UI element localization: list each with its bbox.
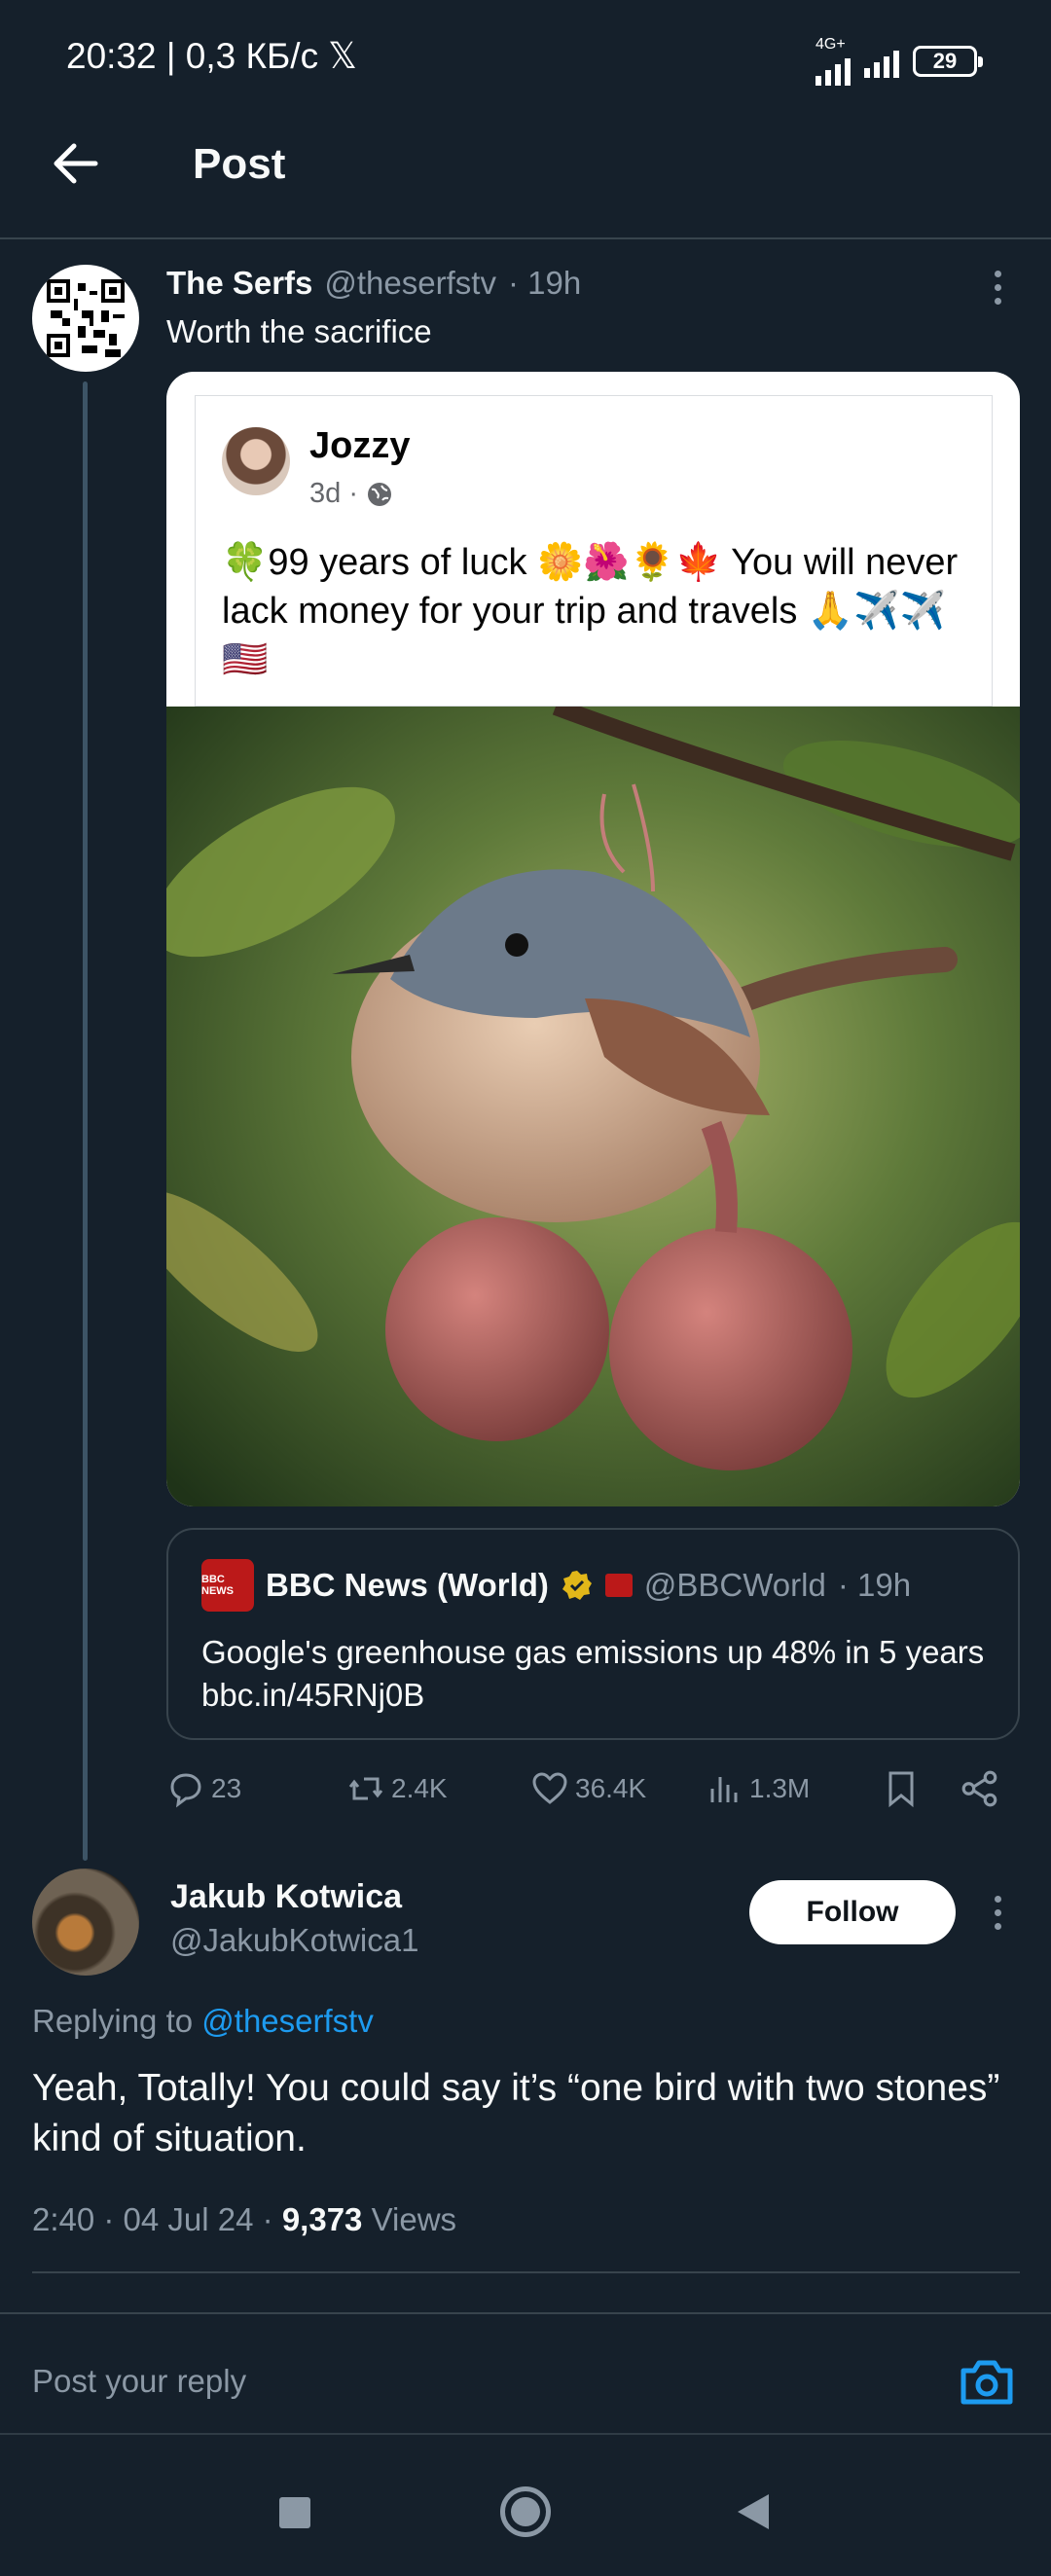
status-bar: 20:32 | 0,3 КБ/с 𝕏 4G+ 29 <box>0 0 1051 117</box>
home-icon[interactable] <box>500 2486 551 2537</box>
thread-line <box>83 381 88 1861</box>
quote-text: Google's greenhouse gas emissions up 48%… <box>201 1631 999 1717</box>
reply-meta: 2:40 · 04 Jul 24 · 9,373 Views <box>32 2201 456 2238</box>
embedded-avatar <box>222 427 290 495</box>
share-icon[interactable] <box>960 1768 1000 1809</box>
quote-link[interactable]: bbc.in/45RNj0B <box>201 1674 999 1717</box>
back-arrow-icon[interactable] <box>49 136 103 191</box>
quote-handle: @BBCWorld <box>643 1567 826 1603</box>
embedded-age: 3d · <box>309 478 358 509</box>
x-notification-icon: 𝕏 <box>328 36 357 76</box>
page-title: Post <box>193 140 286 188</box>
reply-views-label: Views <box>371 2201 457 2237</box>
reply-author-handle[interactable]: @JakubKotwica1 <box>170 1922 418 1959</box>
reply-button[interactable]: 23 <box>166 1769 241 1808</box>
more-icon[interactable] <box>988 271 1007 305</box>
reply-avatar[interactable] <box>32 1869 139 1976</box>
repost-button[interactable]: 2.4K <box>346 1769 448 1808</box>
battery-icon: 29 <box>913 46 983 77</box>
replying-to: Replying to @theserfstv <box>32 2003 374 2040</box>
quote-header: BBC NEWS BBC News (World) @BBCWorld · 19… <box>201 1559 911 1612</box>
reply-input[interactable]: Post your reply <box>32 2363 246 2400</box>
embedded-name: Jozzy <box>309 425 411 466</box>
bookmark-icon[interactable] <box>882 1769 921 1808</box>
repost-icon <box>348 1777 383 1800</box>
reply-author-name[interactable]: Jakub Kotwica <box>170 1878 402 1916</box>
quote-author-name: BBC News (World) <box>266 1567 549 1603</box>
like-button[interactable]: 36.4K <box>530 1769 646 1808</box>
nav-back-icon[interactable] <box>738 2494 769 2529</box>
bbc-logo-text: BBC NEWS <box>201 1574 234 1597</box>
signal-2-icon <box>864 45 899 78</box>
follow-button[interactable]: Follow <box>749 1880 956 1944</box>
quote-headline: Google's greenhouse gas emissions up 48%… <box>201 1634 985 1670</box>
qr-code-icon <box>47 279 125 357</box>
header-divider <box>0 237 1051 239</box>
compose-divider <box>0 2312 1051 2314</box>
reply-text: Yeah, Totally! You could say it’s “one b… <box>32 2067 1000 2159</box>
reply-timestamp: 2:40 · 04 Jul 24 · <box>32 2201 273 2237</box>
like-icon <box>532 1772 567 1804</box>
battery-level: 29 <box>932 49 958 73</box>
status-right: 4G+ 29 <box>815 37 983 86</box>
network-type: 4G+ <box>815 36 846 53</box>
recents-icon[interactable] <box>279 2497 310 2528</box>
quote-time: · 19h <box>837 1567 912 1603</box>
tweet-author-row: The Serfs @theserfstv · 19h <box>166 265 581 302</box>
bbc-affiliate-icon <box>604 1574 633 1597</box>
embedded-meta: 3d · <box>309 478 393 510</box>
embedded-text: 🍀99 years of luck 🌼🌺🌻🍁 You will never la… <box>222 542 959 680</box>
signal-icon: 4G+ <box>815 37 851 86</box>
author-name[interactable]: The Serfs <box>166 265 312 302</box>
status-left: 20:32 | 0,3 КБ/с 𝕏 <box>66 35 357 77</box>
reply-divider <box>32 2271 1020 2273</box>
reply-icon <box>170 1773 201 1808</box>
bird-photo <box>166 707 1020 1506</box>
globe-icon <box>367 482 391 506</box>
reply-views-count: 9,373 <box>281 2201 363 2237</box>
bbc-avatar: BBC NEWS <box>201 1559 254 1612</box>
views-button[interactable]: 1.3M <box>705 1769 810 1808</box>
tweet-actions: 23 2.4K 36.4K 1.3M <box>166 1760 1020 1818</box>
views-count: 1.3M <box>749 1773 811 1803</box>
tweet-text: Worth the sacrifice <box>166 313 432 349</box>
views-icon <box>710 1777 738 1802</box>
reply-count: 23 <box>211 1773 242 1803</box>
repost-count: 2.4K <box>391 1773 448 1803</box>
camera-icon[interactable] <box>959 2355 1015 2408</box>
replying-to-link[interactable]: @theserfstv <box>201 2003 374 2039</box>
verified-badge-icon <box>562 1571 592 1600</box>
status-time: 20:32 | 0,3 КБ/с <box>66 35 319 76</box>
avatar[interactable] <box>32 265 139 372</box>
embedded-screenshot: Jozzy 3d · 🍀99 years of luck 🌼🌺🌻🍁 You wi… <box>195 395 993 707</box>
tweet-media[interactable]: Jozzy 3d · 🍀99 years of luck 🌼🌺🌻🍁 You wi… <box>166 372 1020 1506</box>
like-count: 36.4K <box>575 1773 647 1803</box>
quoted-tweet[interactable]: BBC NEWS BBC News (World) @BBCWorld · 19… <box>166 1528 1020 1740</box>
author-handle[interactable]: @theserfstv <box>324 265 496 302</box>
tweet-time: · 19h <box>507 265 582 301</box>
replying-prefix: Replying to <box>32 2003 194 2039</box>
reply-more-icon[interactable] <box>988 1896 1007 1930</box>
